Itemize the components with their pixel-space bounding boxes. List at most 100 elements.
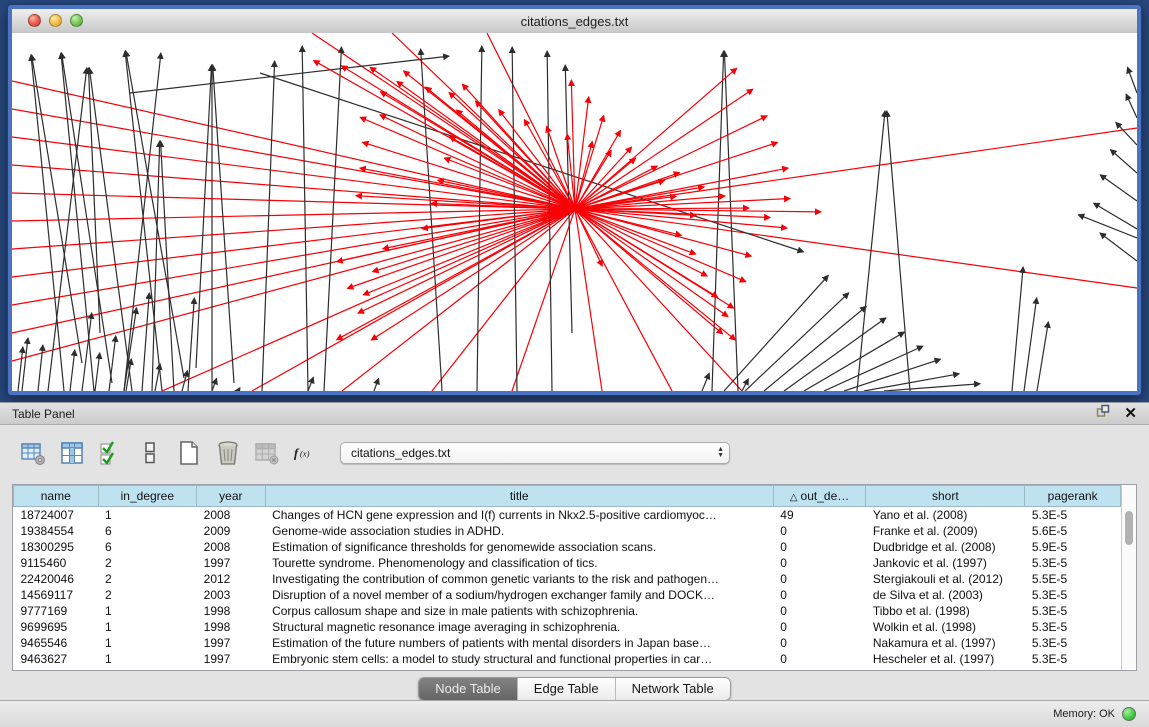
table-cell[interactable]: Investigating the contribution of common… — [265, 571, 773, 587]
close-window-button[interactable] — [28, 14, 41, 27]
table-row[interactable]: 1830029562008Estimation of significance … — [14, 539, 1121, 555]
table-cell[interactable]: 2008 — [197, 539, 265, 555]
column-header-short[interactable]: short — [866, 486, 1025, 507]
scrollbar-thumb[interactable] — [1125, 511, 1133, 545]
column-header-out_de[interactable]: △out_de… — [773, 486, 866, 507]
function-builder-icon[interactable]: f (x) — [293, 440, 319, 466]
table-cell[interactable]: Corpus callosum shape and size in male p… — [265, 603, 773, 619]
new-table-icon[interactable] — [176, 440, 202, 466]
table-cell[interactable]: 2009 — [197, 523, 265, 539]
table-settings-icon[interactable] — [20, 440, 46, 466]
table-cell[interactable]: Estimation of the future numbers of pati… — [265, 635, 773, 651]
table-cell[interactable]: 0 — [773, 539, 866, 555]
table-cell[interactable]: 9777169 — [14, 603, 99, 619]
table-row[interactable]: 1938455462009Genome-wide association stu… — [14, 523, 1121, 539]
table-cell[interactable]: Nakamura et al. (1997) — [866, 635, 1025, 651]
row-select-check-icon[interactable] — [98, 440, 124, 466]
table-row[interactable]: 946362711997Embryonic stem cells: a mode… — [14, 651, 1121, 667]
network-view-window[interactable]: citations_edges.txt — [8, 5, 1141, 395]
table-cell[interactable]: 5.3E-5 — [1025, 635, 1121, 651]
table-row[interactable]: 977716911998Corpus callosum shape and si… — [14, 603, 1121, 619]
table-cell[interactable]: 5.3E-5 — [1025, 603, 1121, 619]
float-window-icon[interactable] — [1096, 404, 1110, 423]
table-cell[interactable]: 14569117 — [14, 587, 99, 603]
table-cell[interactable]: 2 — [98, 571, 197, 587]
memory-status-indicator-icon[interactable] — [1122, 707, 1136, 721]
minimize-window-button[interactable] — [49, 14, 62, 27]
table-cell[interactable]: 9465546 — [14, 635, 99, 651]
table-cell[interactable]: 1 — [98, 507, 197, 524]
table-cell[interactable]: 5.9E-5 — [1025, 539, 1121, 555]
table-cell[interactable]: 0 — [773, 571, 866, 587]
table-cell[interactable]: Structural magnetic resonance image aver… — [265, 619, 773, 635]
table-cell[interactable]: 5.3E-5 — [1025, 555, 1121, 571]
tab-node-table[interactable]: Node Table — [419, 678, 517, 700]
network-canvas[interactable] — [12, 33, 1137, 391]
table-cell[interactable]: Tourette syndrome. Phenomenology and cla… — [265, 555, 773, 571]
table-cell[interactable]: 5.3E-5 — [1025, 651, 1121, 667]
table-cell[interactable]: Estimation of significance thresholds fo… — [265, 539, 773, 555]
table-cell[interactable]: 9699695 — [14, 619, 99, 635]
table-cell[interactable]: 5.6E-5 — [1025, 523, 1121, 539]
table-row[interactable]: 1872400712008Changes of HCN gene express… — [14, 507, 1121, 524]
table-cell[interactable]: 9115460 — [14, 555, 99, 571]
table-selector-dropdown[interactable]: citations_edges.txt ▲▼ — [340, 442, 730, 464]
table-cell[interactable]: 5.3E-5 — [1025, 507, 1121, 524]
table-cell[interactable]: 49 — [773, 507, 866, 524]
table-cell[interactable]: Disruption of a novel member of a sodium… — [265, 587, 773, 603]
table-cell[interactable]: 18724007 — [14, 507, 99, 524]
table-cell[interactable]: 0 — [773, 587, 866, 603]
table-cell[interactable]: 5.3E-5 — [1025, 619, 1121, 635]
table-cell[interactable]: Dudbridge et al. (2008) — [866, 539, 1025, 555]
table-cell[interactable]: 2012 — [197, 571, 265, 587]
table-cell[interactable]: 1997 — [197, 635, 265, 651]
table-cell[interactable]: de Silva et al. (2003) — [866, 587, 1025, 603]
table-cell[interactable]: 9463627 — [14, 651, 99, 667]
tab-network-table[interactable]: Network Table — [615, 678, 730, 700]
table-cell[interactable]: 0 — [773, 523, 866, 539]
column-header-year[interactable]: year — [197, 486, 265, 507]
table-cell[interactable]: Franke et al. (2009) — [866, 523, 1025, 539]
delete-icon[interactable] — [215, 440, 241, 466]
column-visibility-icon[interactable] — [59, 440, 85, 466]
table-cell[interactable]: 2003 — [197, 587, 265, 603]
table-cell[interactable]: Yano et al. (2008) — [866, 507, 1025, 524]
table-cell[interactable]: 1 — [98, 635, 197, 651]
table-cell[interactable]: 0 — [773, 651, 866, 667]
close-panel-icon[interactable]: ✕ — [1124, 406, 1137, 421]
table-cell[interactable]: Stergiakouli et al. (2012) — [866, 571, 1025, 587]
table-cell[interactable]: 1 — [98, 603, 197, 619]
table-cell[interactable]: Tibbo et al. (1998) — [866, 603, 1025, 619]
table-cell[interactable]: 1 — [98, 619, 197, 635]
table-cell[interactable]: Genome-wide association studies in ADHD. — [265, 523, 773, 539]
column-header-pagerank[interactable]: pagerank — [1025, 486, 1121, 507]
table-cell[interactable]: 6 — [98, 523, 197, 539]
table-cell[interactable]: Hescheler et al. (1997) — [866, 651, 1025, 667]
table-cell[interactable]: 5.5E-5 — [1025, 571, 1121, 587]
table-cell[interactable]: Embryonic stem cells: a model to study s… — [265, 651, 773, 667]
panel-split-icon[interactable] — [137, 440, 163, 466]
tab-edge-table[interactable]: Edge Table — [517, 678, 615, 700]
column-header-in_degree[interactable]: in_degree — [98, 486, 197, 507]
table-row[interactable]: 969969511998Structural magnetic resonanc… — [14, 619, 1121, 635]
table-cell[interactable]: 1997 — [197, 651, 265, 667]
table-cell[interactable]: Jankovic et al. (1997) — [866, 555, 1025, 571]
table-cell[interactable]: 6 — [98, 539, 197, 555]
table-row[interactable]: 1456911722003Disruption of a novel membe… — [14, 587, 1121, 603]
network-window-titlebar[interactable]: citations_edges.txt — [12, 9, 1137, 34]
table-cell[interactable]: 0 — [773, 619, 866, 635]
table-cell[interactable]: 0 — [773, 603, 866, 619]
table-cell[interactable]: 2 — [98, 555, 197, 571]
table-cell[interactable]: 2008 — [197, 507, 265, 524]
table-cell[interactable]: 5.3E-5 — [1025, 587, 1121, 603]
zoom-window-button[interactable] — [70, 14, 83, 27]
table-cell[interactable]: Wolkin et al. (1998) — [866, 619, 1025, 635]
table-cell[interactable]: Changes of HCN gene expression and I(f) … — [265, 507, 773, 524]
table-cell[interactable]: 1997 — [197, 555, 265, 571]
table-cell[interactable]: 2 — [98, 587, 197, 603]
column-header-title[interactable]: title — [265, 486, 773, 507]
table-cell[interactable]: 1998 — [197, 603, 265, 619]
table-row[interactable]: 911546021997Tourette syndrome. Phenomeno… — [14, 555, 1121, 571]
table-cell[interactable]: 0 — [773, 635, 866, 651]
table-cell[interactable]: 1998 — [197, 619, 265, 635]
